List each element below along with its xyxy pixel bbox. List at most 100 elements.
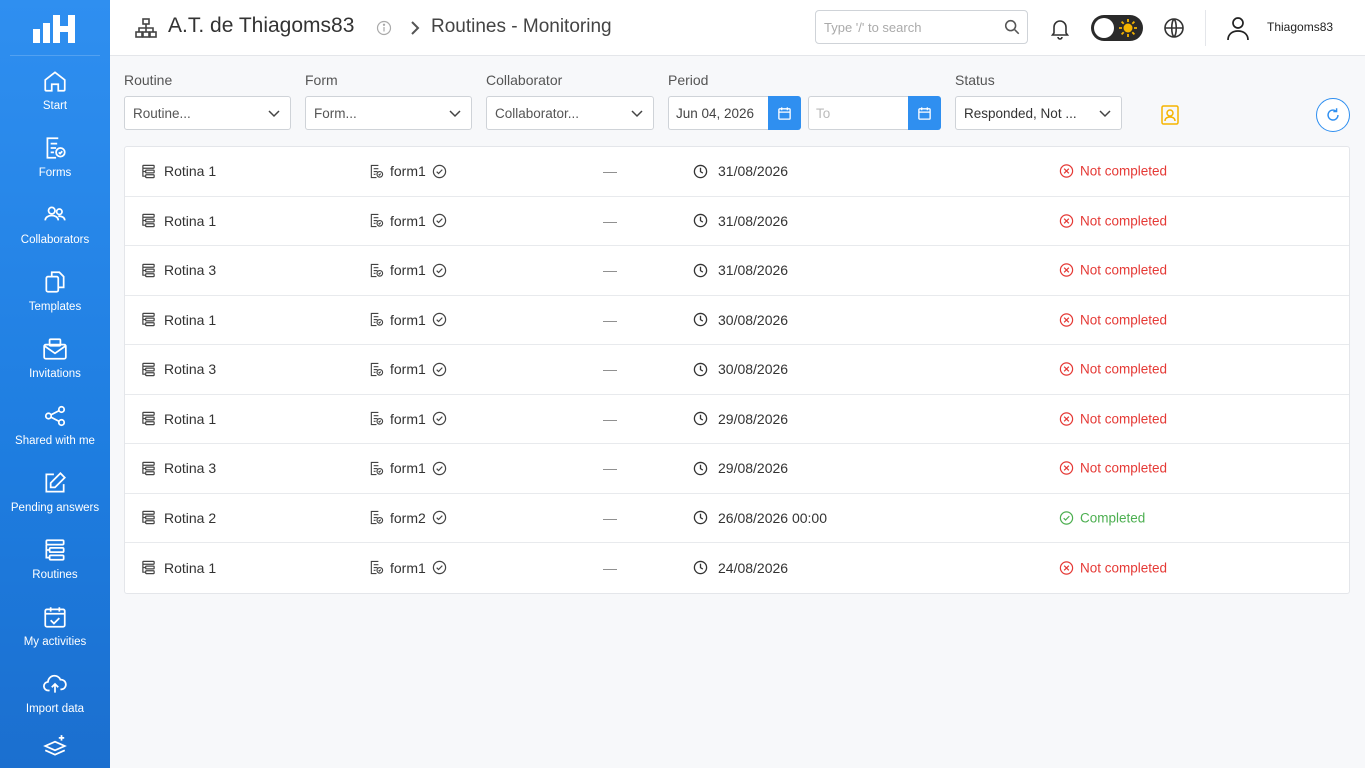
app-logo[interactable] [10,0,100,56]
collaborator-cell: — [603,410,617,427]
form-doc-icon [370,313,384,327]
sidebar-item-forms[interactable]: Forms [0,123,110,190]
sidebar-item-layers[interactable] [0,726,110,766]
form-doc-icon [370,412,384,426]
date-cell: 30/08/2026 [693,312,788,328]
check-circle-icon [432,362,446,376]
chevron-down-icon [268,110,280,118]
org-structure-icon [135,18,157,38]
org-title: A.T. de Thiagoms83 [168,14,355,37]
routine-filter-label: Routine [124,72,173,88]
table-row[interactable]: Rotina 1 form1 — 24/08/2026 Not complete… [125,543,1349,593]
sidebar-item-invitations[interactable]: Invitations [0,324,110,391]
status-badge: Not completed [1080,411,1168,427]
bell-icon[interactable] [1048,16,1072,40]
table-row[interactable]: Rotina 1 form1 — 31/08/2026 Not complete… [125,197,1349,246]
sidebar-item-routines[interactable]: Routines [0,525,110,592]
status-select[interactable]: Responded, Not ... [955,96,1122,130]
info-icon[interactable] [376,20,392,36]
collaborator-select[interactable]: Collaborator... [486,96,654,130]
table-row[interactable]: Rotina 1 form1 — 31/08/2026 Not complete… [125,147,1349,197]
sidebar-item-collaborators[interactable]: Collaborators [0,190,110,257]
collaborator-cell: — [603,509,617,526]
sidebar-item-import-data[interactable]: Import data [0,659,110,726]
period-from-calendar-button[interactable] [768,96,801,130]
status-badge: Completed [1080,510,1146,526]
date-value: 31/08/2026 [718,212,789,229]
period-to-calendar-button[interactable] [908,96,941,130]
form-name: form1 [390,361,426,378]
sidebar-item-start[interactable]: Start [0,56,110,123]
sidebar-item-pending-answers[interactable]: Pending answers [0,458,110,525]
date-value: 31/08/2026 [718,262,789,279]
x-circle-icon [1059,263,1074,277]
search-icon[interactable] [1003,18,1021,36]
table-row[interactable]: Rotina 3 form1 — 29/08/2026 Not complete… [125,444,1349,494]
collaborator-cell: — [603,163,617,180]
routines-icon [142,561,155,575]
contact-card-icon[interactable] [1160,104,1180,126]
routines-icon [142,511,155,525]
routine-select[interactable]: Routine... [124,96,291,130]
sidebar-item-templates[interactable]: Templates [0,257,110,324]
date-value: 29/08/2026 [718,410,789,427]
sun-icon [1119,19,1137,37]
username[interactable]: Thiagoms83 [1267,20,1333,34]
form-doc-icon [370,362,384,376]
top-header: A.T. de Thiagoms83 Routines - Monitoring… [110,0,1365,56]
table-row[interactable]: Rotina 3 form1 — 30/08/2026 Not complete… [125,345,1349,395]
routine-cell: Rotina 1 [141,560,216,576]
logo-icon [33,14,75,43]
form-cell: form1 [369,262,447,278]
globe-icon[interactable] [1162,16,1186,40]
table-row[interactable]: Rotina 1 form1 — 30/08/2026 Not complete… [125,296,1349,345]
collaborator-cell: — [603,311,617,328]
user-avatar-icon[interactable] [1224,14,1252,42]
routines-icon [142,461,155,475]
status-badge: Not completed [1080,560,1168,576]
check-circle-icon [1059,511,1074,525]
date-value: 29/08/2026 [718,460,789,477]
page-title: Routines - Monitoring [431,16,612,37]
status-cell: Not completed [1059,164,1167,179]
period-from-input[interactable]: Jun 04, 2026 [668,96,768,130]
form-select[interactable]: Form... [305,96,472,130]
theme-toggle[interactable] [1091,15,1143,41]
form-name: form1 [390,410,426,427]
search-input[interactable] [816,11,996,43]
period-to-input[interactable]: To [808,96,908,130]
routine-cell: Rotina 1 [141,411,216,427]
sidebar-item-label: Pending answers [10,501,100,514]
routine-name: Rotina 3 [164,262,217,279]
toggle-knob [1094,18,1114,38]
table-row[interactable]: Rotina 2 form2 — 26/08/2026 00:00 Comple… [125,494,1349,543]
form-name: form2 [390,509,426,526]
form-name: form1 [390,559,426,576]
period-filter: Period Jun 04, 2026 To [668,72,942,130]
sidebar-item-label: My activities [23,635,87,648]
x-circle-icon [1059,313,1074,327]
status-badge: Not completed [1080,262,1168,278]
collaborator-cell: — [603,559,617,576]
form-cell: form1 [369,560,447,576]
routines-icon [142,313,155,327]
date-cell: 30/08/2026 [693,361,788,377]
table-row[interactable]: Rotina 3 form1 — 31/08/2026 Not complete… [125,246,1349,296]
refresh-button[interactable] [1316,98,1350,132]
date-value: 31/08/2026 [718,163,789,180]
form-name: form1 [390,212,426,229]
status-cell: Not completed [1059,263,1167,278]
routines-table: Rotina 1 form1 — 31/08/2026 Not complete… [124,146,1350,594]
form-doc-icon [370,214,384,228]
date-cell: 31/08/2026 [693,262,788,278]
sidebar-item-shared-with-me[interactable]: Shared with me [0,391,110,458]
calendar-icon [778,106,791,120]
status-cell: Not completed [1059,411,1167,426]
date-cell: 29/08/2026 [693,411,788,427]
routine-name: Rotina 2 [164,509,217,526]
form-name: form1 [390,460,426,477]
sidebar-item-my-activities[interactable]: My activities [0,592,110,659]
table-row[interactable]: Rotina 1 form1 — 29/08/2026 Not complete… [125,395,1349,444]
routine-cell: Rotina 2 [141,510,216,526]
routine-name: Rotina 3 [164,460,217,477]
